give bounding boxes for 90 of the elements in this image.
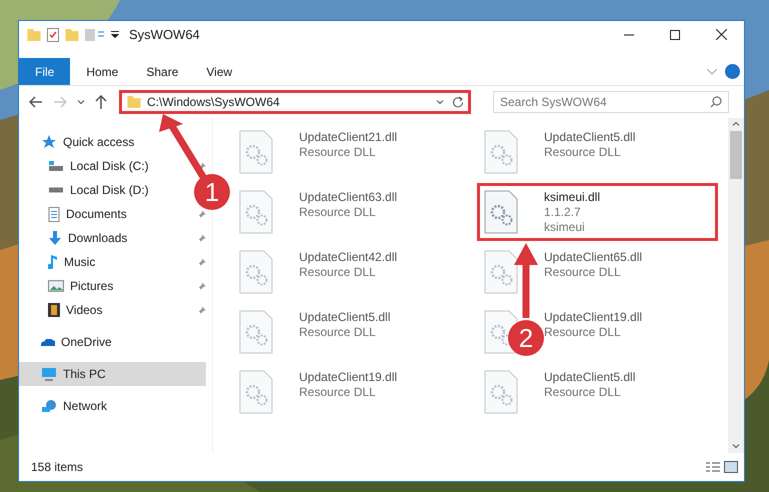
file-icon	[484, 190, 518, 234]
pin-icon[interactable]	[197, 210, 206, 218]
file-icon	[239, 250, 273, 294]
back-arrow-icon	[29, 96, 43, 108]
file-name: UpdateClient42.dll	[299, 250, 398, 264]
sidebar-item[interactable]: OneDrive	[19, 330, 179, 354]
file-name: UpdateClient19.dll	[544, 310, 642, 324]
caret-icon[interactable]	[436, 100, 444, 104]
file-detail: Resource DLL	[544, 145, 622, 159]
pin-icon[interactable]	[197, 282, 206, 290]
ribbon-tab[interactable]: View	[192, 58, 246, 85]
details-view-icon[interactable]	[706, 461, 720, 473]
download-icon	[48, 231, 62, 245]
scrollbar[interactable]	[728, 118, 744, 453]
item-count: 158 items	[31, 460, 84, 474]
film-icon	[48, 303, 60, 317]
pin-icon[interactable]	[197, 258, 206, 266]
minimize-icon	[624, 34, 634, 36]
large-icons-view-icon[interactable]	[724, 461, 738, 473]
up-arrow-icon	[95, 95, 107, 109]
file-name: UpdateClient5.dll	[544, 370, 636, 384]
search-icon	[710, 96, 722, 108]
file-name: UpdateClient21.dll	[299, 130, 398, 144]
dropdown-icon[interactable]	[111, 31, 119, 38]
folder-icon	[27, 28, 41, 40]
file-name: UpdateClient65.dll	[544, 250, 642, 264]
sidebar-item[interactable]: Pictures	[19, 274, 179, 298]
file-menu-button[interactable]: File	[19, 58, 70, 85]
drive-icon	[48, 187, 64, 193]
file-name: UpdateClient5.dll	[544, 130, 636, 144]
scroll-down-icon[interactable]	[732, 444, 740, 449]
file-name: UpdateClient5.dll	[299, 310, 390, 324]
sidebar-item[interactable]: Local Disk (C:)	[19, 154, 179, 178]
ribbon-tab[interactable]: Home	[72, 58, 132, 85]
drive-icon	[48, 161, 64, 171]
file-icon	[239, 130, 273, 174]
sidebar-item[interactable]: Music	[19, 250, 179, 274]
file-detail: Resource DLL	[299, 325, 377, 339]
cloud-icon	[41, 338, 55, 346]
file-icon	[484, 250, 518, 294]
back-button[interactable]	[27, 94, 45, 110]
sidebar-item[interactable]: Quick access	[19, 130, 179, 154]
file-detail: Resource DLL	[544, 385, 622, 399]
folder-icon	[127, 96, 141, 108]
up-button[interactable]	[93, 93, 109, 111]
sidebar-item[interactable]: Network	[19, 394, 179, 418]
checklist-icon[interactable]	[47, 28, 59, 42]
file-name: ksimeui.dll	[544, 190, 600, 204]
close-icon	[716, 29, 726, 40]
maximize-icon	[670, 30, 680, 40]
file-detail: Resource DLL	[544, 265, 622, 279]
ribbon-tab[interactable]: Share	[132, 58, 192, 85]
file-detail: Resource DLL	[299, 145, 377, 159]
file-icon	[239, 190, 273, 234]
sidebar-item[interactable]: Videos	[19, 298, 179, 322]
file-icon	[484, 130, 518, 174]
computer-icon	[41, 367, 57, 381]
music-icon	[48, 255, 58, 269]
pictures-icon	[48, 280, 64, 292]
sidebar-item[interactable]: This PC	[19, 362, 206, 386]
star-icon	[41, 134, 57, 150]
caret-icon	[77, 100, 85, 104]
window-title: SysWOW64	[129, 27, 200, 42]
recent-locations-button[interactable]	[75, 98, 87, 106]
file-detail: 1.1.2.7	[544, 205, 582, 219]
selected-file-frame[interactable]: ksimeui.dll 1.1.2.7 ksimeui	[480, 186, 715, 238]
file-detail: ksimeui	[544, 220, 586, 234]
refresh-icon[interactable]	[452, 96, 464, 108]
search-field[interactable]: Search SysWOW64	[493, 91, 729, 113]
file-icon	[239, 310, 273, 354]
pin-icon[interactable]	[197, 306, 206, 314]
file-detail: Resource DLL	[544, 325, 622, 339]
sidebar-item[interactable]: Documents	[19, 202, 179, 226]
document-icon	[48, 206, 60, 222]
sidebar-item[interactable]: Local Disk (D:)	[19, 178, 179, 202]
network-icon	[41, 400, 57, 412]
scrollbar-thumb[interactable]	[730, 131, 742, 179]
scroll-up-icon[interactable]	[732, 122, 740, 127]
sidebar-item[interactable]: Downloads	[19, 226, 179, 250]
pin-icon[interactable]	[197, 234, 206, 242]
file-icon	[484, 370, 518, 414]
file-detail: Resource DLL	[299, 265, 377, 279]
file-detail: Resource DLL	[299, 385, 377, 399]
forward-arrow-icon	[53, 96, 67, 108]
file-icon	[239, 370, 273, 414]
folder-icon	[65, 28, 79, 40]
address-field[interactable]: C:\Windows\SysWOW64	[119, 90, 471, 114]
file-name: UpdateClient19.dll	[299, 370, 398, 384]
file-detail: Resource DLL	[299, 205, 377, 219]
file-name: UpdateClient63.dll	[299, 190, 398, 204]
